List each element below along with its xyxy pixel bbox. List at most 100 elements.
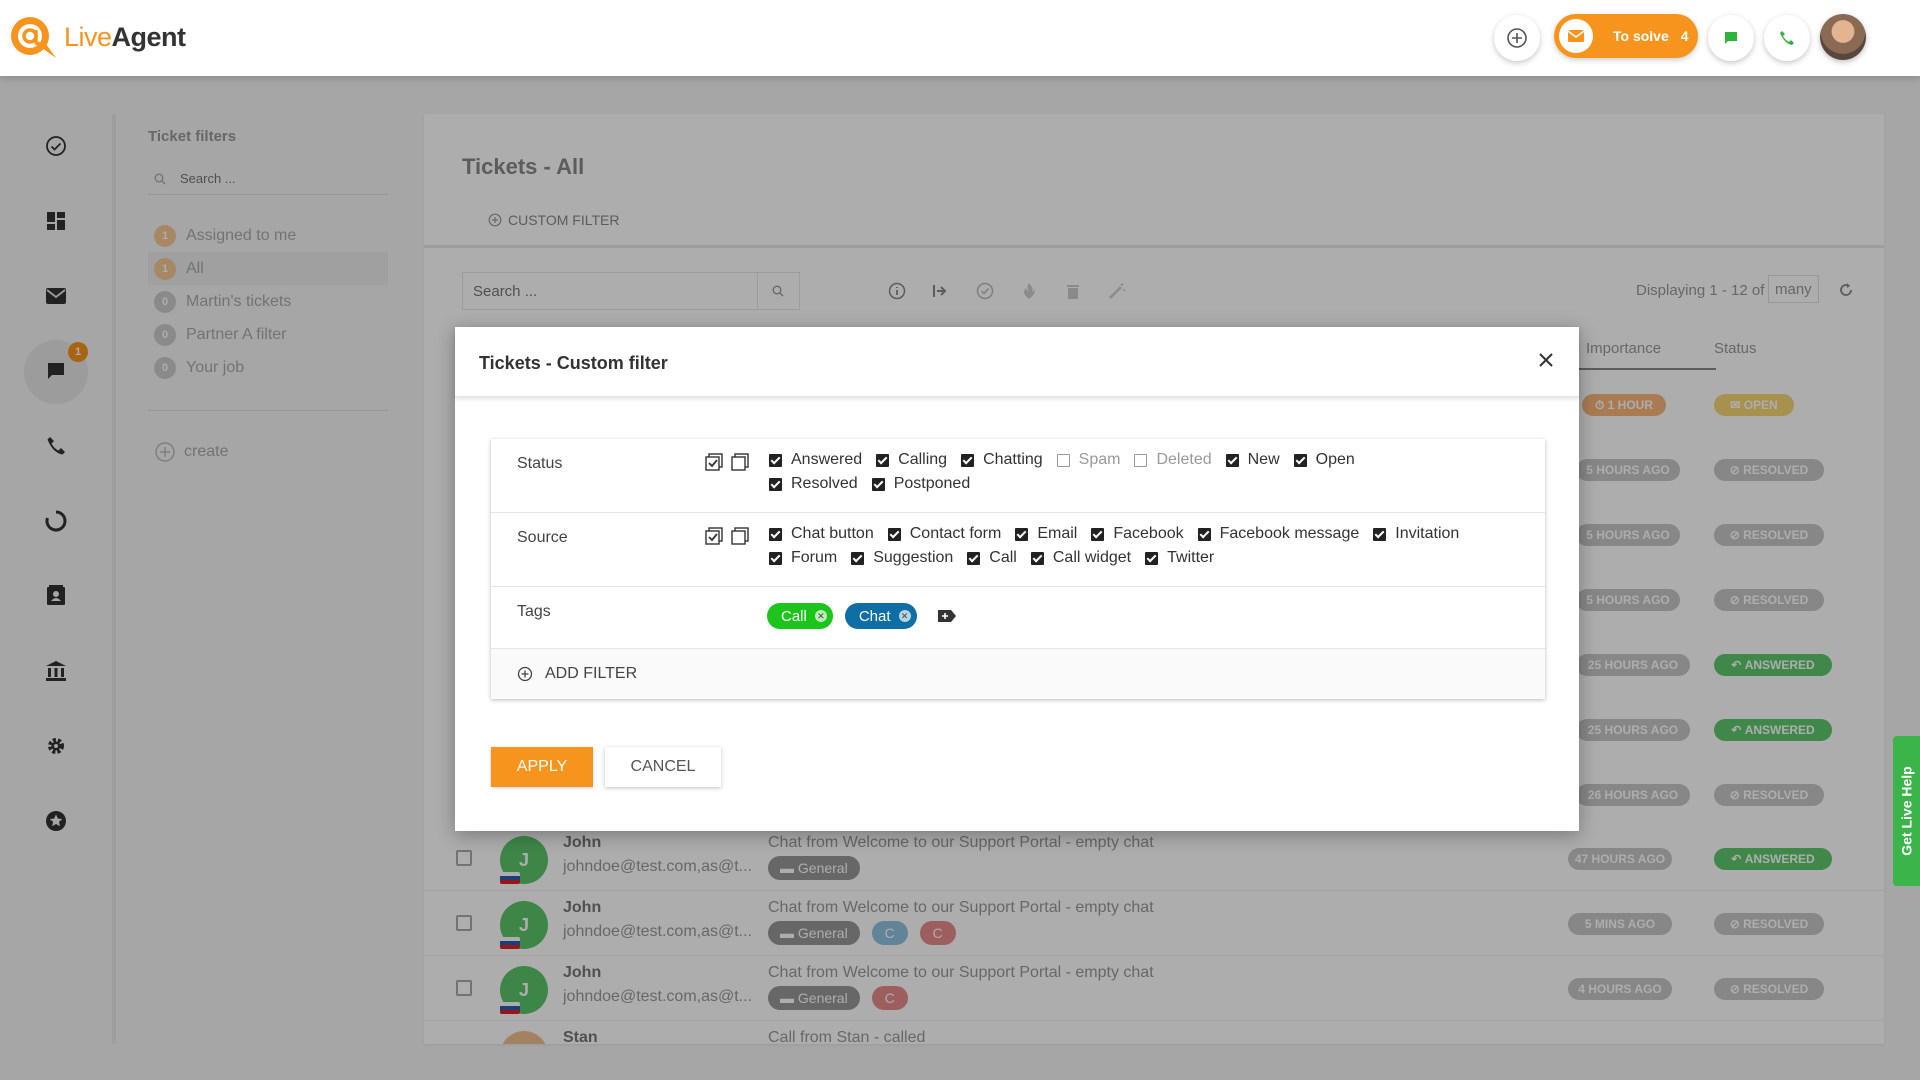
filter-option-label: Call widget [1052, 549, 1132, 566]
filter-option-label: Suggestion [873, 549, 954, 566]
filter-conditions: Status Answered Calling Chatting Spam Delete… [491, 439, 1545, 699]
filter-option-checkbox[interactable]: Postponed [871, 475, 971, 493]
filter-option-label: Facebook [1113, 525, 1184, 542]
apply-button[interactable]: APPLY [491, 747, 593, 787]
filter-option-label: Resolved [791, 475, 858, 492]
remove-tag-icon[interactable]: ✕ [898, 610, 911, 622]
filter-option-label: Forum [791, 549, 838, 566]
tag-chip-chat[interactable]: Chat ✕ [844, 603, 917, 629]
tag-chips: Call ✕ Chat ✕ [767, 603, 957, 629]
status-filter-row: Status Answered Calling Chatting Spam Delete… [491, 439, 1545, 513]
user-avatar[interactable] [1820, 14, 1866, 60]
dialog-header: Tickets - Custom filter [455, 327, 1579, 397]
checkbox-checked-icon [769, 551, 782, 565]
to-solve-label: To solve [1613, 28, 1669, 44]
filter-option-checkbox[interactable]: Calling [876, 451, 947, 469]
status-select-tools [705, 453, 749, 471]
checkbox-empty-icon [1134, 453, 1148, 467]
top-bar: LiveAgent To solve 4 [0, 0, 1920, 76]
custom-filter-dialog: Tickets - Custom filter Status Answered C… [455, 327, 1579, 831]
logo-text: LiveAgent [64, 21, 186, 52]
filter-option-label: Call [989, 549, 1017, 566]
filter-option-label: Open [1315, 451, 1355, 468]
select-none-icon[interactable] [731, 527, 749, 545]
envelope-icon [1559, 19, 1593, 53]
filter-option-checkbox[interactable]: Invitation [1373, 525, 1459, 543]
filter-option-checkbox[interactable]: Forum [769, 549, 837, 567]
filter-option-checkbox[interactable]: Twitter [1145, 549, 1214, 567]
source-select-tools [705, 527, 749, 545]
filter-option-label: Chatting [983, 451, 1043, 468]
filter-option-label: Deleted [1156, 451, 1212, 468]
add-button[interactable] [1494, 15, 1540, 61]
add-tag-icon[interactable] [937, 608, 957, 624]
add-filter-button[interactable]: ADD FILTER [491, 649, 1545, 699]
filter-option-label: Answered [791, 451, 863, 468]
filter-option-checkbox[interactable]: Open [1293, 451, 1355, 469]
checkbox-checked-icon [1015, 527, 1029, 541]
filter-option-label: Chat button [791, 525, 874, 542]
filter-option-checkbox[interactable]: New [1225, 451, 1280, 469]
plus-circle-icon [1507, 28, 1527, 48]
checkbox-checked-icon [769, 477, 782, 491]
call-button[interactable] [1764, 15, 1810, 61]
filter-option-checkbox[interactable]: Chatting [961, 451, 1043, 469]
filter-option-checkbox[interactable]: Facebook [1091, 525, 1184, 543]
filter-option-label: Facebook message [1219, 525, 1360, 542]
filter-option-label: Email [1037, 525, 1078, 542]
tags-filter-row: Tags Call ✕ Chat ✕ [491, 587, 1545, 649]
dialog-title: Tickets - Custom filter [479, 353, 668, 373]
checkbox-checked-icon [1030, 551, 1044, 565]
tags-label: Tags [517, 603, 551, 620]
filter-option-label: New [1247, 451, 1280, 468]
checkbox-checked-icon [1145, 551, 1159, 565]
filter-option-checkbox[interactable]: Contact form [887, 525, 1002, 543]
to-solve-button[interactable]: To solve 4 [1554, 14, 1698, 58]
checkbox-empty-icon [1056, 453, 1070, 467]
filter-option-checkbox[interactable]: Facebook message [1197, 525, 1360, 543]
close-button[interactable] [1537, 351, 1555, 369]
select-none-icon[interactable] [731, 453, 749, 471]
filter-option-checkbox[interactable]: Call [967, 549, 1017, 567]
checkbox-checked-icon [851, 551, 865, 565]
filter-option-label: Postponed [893, 475, 971, 492]
filter-option-checkbox[interactable]: Answered [769, 451, 862, 469]
chat-icon [1725, 32, 1737, 44]
phone-icon [1780, 31, 1794, 45]
filter-option-label: Contact form [909, 525, 1002, 542]
filter-option-label: Calling [898, 451, 948, 468]
liveagent-logo-icon [11, 17, 56, 58]
select-all-icon[interactable] [705, 453, 723, 471]
logo[interactable]: LiveAgent [6, 14, 186, 60]
chat-button[interactable] [1708, 15, 1754, 61]
filter-option-checkbox[interactable]: Call widget [1030, 549, 1132, 567]
live-help-label: Get Live Help [1898, 766, 1915, 856]
filter-option-checkbox[interactable]: Chat button [769, 525, 874, 543]
checkbox-checked-icon [769, 527, 782, 541]
source-options: Chat button Contact form Email Facebook Face… [769, 525, 1509, 567]
filter-option-checkbox[interactable]: Deleted [1134, 451, 1212, 469]
filter-option-label: Spam [1078, 451, 1121, 468]
checkbox-checked-icon [1293, 453, 1307, 467]
filter-option-checkbox[interactable]: Spam [1056, 451, 1121, 469]
source-label: Source [517, 529, 568, 546]
tag-chip-call[interactable]: Call ✕ [767, 603, 833, 629]
close-icon [1539, 353, 1553, 367]
get-live-help-button[interactable]: Get Live Help [1893, 736, 1920, 886]
select-all-icon[interactable] [705, 527, 723, 545]
filter-option-checkbox[interactable]: Email [1015, 525, 1077, 543]
checkbox-checked-icon [1091, 527, 1105, 541]
filter-option-label: Twitter [1167, 549, 1215, 566]
filter-option-checkbox[interactable]: Resolved [769, 475, 858, 493]
checkbox-checked-icon [1225, 453, 1239, 467]
add-filter-label: ADD FILTER [545, 665, 638, 682]
source-filter-row: Source Chat button Contact form Email Faceb… [491, 513, 1545, 587]
remove-tag-icon[interactable]: ✕ [814, 610, 827, 622]
cancel-button[interactable]: CANCEL [605, 747, 721, 787]
filter-option-checkbox[interactable]: Suggestion [851, 549, 953, 567]
checkbox-checked-icon [961, 453, 975, 467]
checkbox-checked-icon [871, 477, 885, 491]
status-label: Status [517, 455, 563, 472]
checkbox-checked-icon [876, 453, 890, 467]
status-options: Answered Calling Chatting Spam Deleted New Ope… [769, 451, 1369, 493]
